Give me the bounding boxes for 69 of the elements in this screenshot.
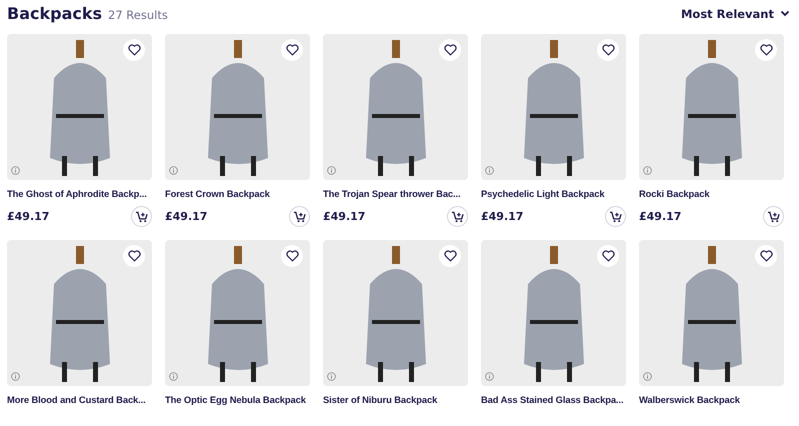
cart-plus-icon — [293, 210, 306, 222]
product-image[interactable] — [165, 34, 310, 180]
product-title[interactable]: Walberswick Backpack — [639, 394, 784, 406]
info-icon[interactable] — [327, 166, 336, 175]
product-title[interactable]: Psychedelic Light Backpack — [481, 188, 626, 200]
cart-plus-icon — [135, 210, 148, 222]
add-to-cart-button[interactable] — [605, 206, 626, 227]
info-icon[interactable] — [11, 372, 20, 381]
add-to-cart-button[interactable] — [763, 206, 784, 227]
sort-dropdown[interactable]: Most Relevant — [680, 6, 790, 20]
page-title: Backpacks — [7, 4, 102, 23]
product-image[interactable] — [639, 34, 784, 180]
info-icon[interactable] — [485, 166, 494, 175]
heart-icon — [286, 44, 298, 56]
product-image[interactable] — [323, 240, 468, 386]
add-to-cart-button[interactable] — [131, 206, 152, 227]
cart-plus-icon — [451, 210, 464, 222]
cart-plus-icon — [609, 210, 622, 222]
product-image[interactable] — [323, 34, 468, 180]
favorite-button[interactable] — [123, 245, 145, 267]
info-icon[interactable] — [643, 372, 652, 381]
heart-icon — [602, 44, 614, 56]
product-title[interactable]: The Trojan Spear thrower Bac... — [323, 188, 468, 200]
heart-icon — [444, 44, 456, 56]
product-title[interactable]: Rocki Backpack — [639, 188, 784, 200]
product-image[interactable] — [7, 34, 152, 180]
chevron-down-icon — [780, 10, 790, 17]
favorite-button[interactable] — [281, 39, 303, 61]
info-icon[interactable] — [485, 372, 494, 381]
info-icon[interactable] — [169, 166, 178, 175]
heart-icon — [286, 250, 298, 262]
product-image[interactable] — [7, 240, 152, 386]
favorite-button[interactable] — [439, 39, 461, 61]
result-count: 27 Results — [108, 8, 168, 22]
product-price: £49.17 — [323, 210, 366, 223]
product-title[interactable]: More Blood and Custard Back... — [7, 394, 152, 406]
info-icon[interactable] — [169, 372, 178, 381]
heart-icon — [602, 250, 614, 262]
info-icon[interactable] — [11, 166, 20, 175]
heart-icon — [760, 250, 772, 262]
product-price: £49.17 — [481, 210, 524, 223]
favorite-button[interactable] — [123, 39, 145, 61]
add-to-cart-button[interactable] — [289, 206, 310, 227]
product-image[interactable] — [165, 240, 310, 386]
info-icon[interactable] — [327, 372, 336, 381]
heart-icon — [760, 44, 772, 56]
favorite-button[interactable] — [755, 39, 777, 61]
product-title[interactable]: Bad Ass Stained Glass Backpa... — [481, 394, 626, 406]
product-title[interactable]: Sister of Niburu Backpack — [323, 394, 468, 406]
info-icon[interactable] — [643, 166, 652, 175]
heart-icon — [128, 250, 140, 262]
heart-icon — [444, 250, 456, 262]
product-price: £49.17 — [7, 210, 50, 223]
product-title[interactable]: Forest Crown Backpack — [165, 188, 310, 200]
add-to-cart-button[interactable] — [447, 206, 468, 227]
favorite-button[interactable] — [439, 245, 461, 267]
product-title[interactable]: The Optic Egg Nebula Backpack — [165, 394, 310, 406]
product-image[interactable] — [639, 240, 784, 386]
product-price: £49.17 — [165, 210, 208, 223]
favorite-button[interactable] — [281, 245, 303, 267]
product-image[interactable] — [481, 240, 626, 386]
favorite-button[interactable] — [755, 245, 777, 267]
product-image[interactable] — [481, 34, 626, 180]
cart-plus-icon — [767, 210, 780, 222]
heart-icon — [128, 44, 140, 56]
favorite-button[interactable] — [597, 39, 619, 61]
product-title[interactable]: The Ghost of Aphrodite Backp... — [7, 188, 152, 200]
product-price: £49.17 — [639, 210, 682, 223]
favorite-button[interactable] — [597, 245, 619, 267]
